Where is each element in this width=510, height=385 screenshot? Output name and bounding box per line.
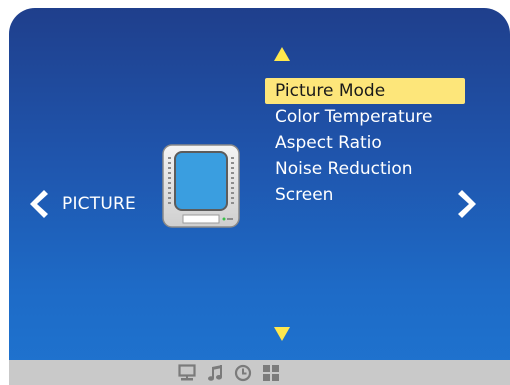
chevron-right-icon [458,190,476,218]
menu-item-screen[interactable]: Screen [265,182,465,208]
menu-item-picture-mode[interactable]: Picture Mode [265,78,465,104]
next-category-button[interactable] [457,188,479,220]
tab-picture[interactable] [178,364,196,382]
scroll-down-button[interactable] [273,326,291,342]
music-note-icon [208,365,222,381]
triangle-down-icon [274,327,290,341]
tab-sound[interactable] [206,364,224,382]
previous-category-button[interactable] [27,188,49,220]
picture-category-icon [161,143,241,229]
osd-menu-window: PICTURE Picture Mode Color Temperature A… [9,8,510,385]
grid-icon [263,365,279,381]
scroll-up-button[interactable] [273,46,291,62]
category-tab-bar [9,360,510,385]
monitor-icon [178,364,196,381]
tab-time[interactable] [234,364,252,382]
chevron-left-icon [30,190,48,218]
clock-icon [234,364,252,382]
menu-item-noise-reduction[interactable]: Noise Reduction [265,156,465,182]
category-label: PICTURE [62,194,136,214]
tab-setup[interactable] [262,364,280,382]
triangle-up-icon [274,47,290,61]
menu-main-area: PICTURE Picture Mode Color Temperature A… [9,8,510,360]
picture-settings-menu: Picture Mode Color Temperature Aspect Ra… [265,78,465,208]
menu-item-color-temperature[interactable]: Color Temperature [265,104,465,130]
menu-item-aspect-ratio[interactable]: Aspect Ratio [265,130,465,156]
